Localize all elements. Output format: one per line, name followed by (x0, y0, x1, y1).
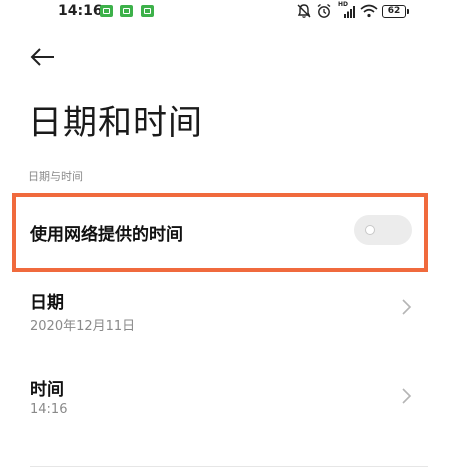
page-title: 日期和时间 (28, 103, 203, 143)
notification-icon (100, 5, 113, 17)
notification-icon (120, 5, 133, 17)
section-label: 日期与时间 (28, 170, 83, 183)
battery-icon: 62 (382, 5, 409, 18)
chevron-right-icon (402, 388, 412, 404)
back-button[interactable] (28, 42, 58, 72)
date-label: 日期 (30, 293, 64, 313)
signal-icon (344, 6, 355, 18)
highlight-box (12, 193, 428, 272)
mute-icon (297, 4, 311, 18)
back-arrow-icon (30, 48, 54, 66)
setting-row-time[interactable] (16, 366, 424, 426)
chevron-right-icon (402, 299, 412, 315)
status-time: 14:16 (58, 3, 103, 19)
status-bar: 14:16 HD 62 (0, 0, 458, 30)
bottom-divider (30, 466, 428, 467)
alarm-icon (317, 3, 331, 18)
time-value: 14:16 (30, 402, 68, 417)
date-value: 2020年12月11日 (30, 319, 136, 334)
notification-icon (141, 5, 154, 17)
time-label: 时间 (30, 380, 64, 400)
wifi-icon (360, 4, 378, 18)
